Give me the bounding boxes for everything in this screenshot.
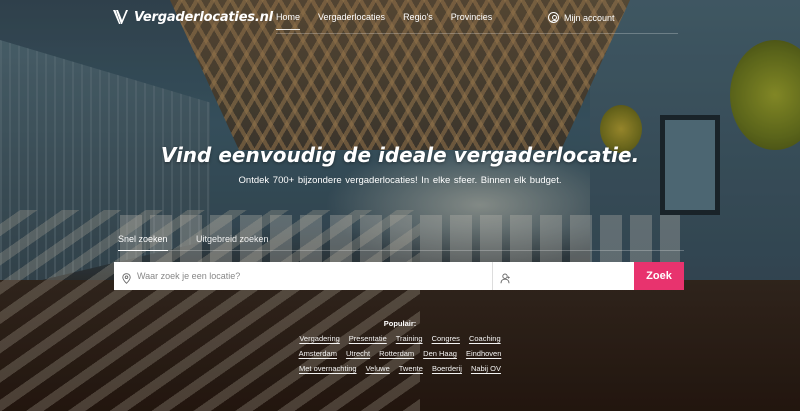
search-input[interactable]	[137, 271, 477, 281]
main-nav: Home Vergaderlocaties Regio's Provincies	[276, 12, 510, 30]
page-title: Vind eenvoudig de ideale vergaderlocatie…	[160, 143, 640, 167]
popular-row: Amsterdam Utrecht Rotterdam Den Haag Ein…	[0, 349, 800, 358]
nav-regios[interactable]: Regio's	[403, 12, 433, 30]
popular-link[interactable]: Utrecht	[346, 349, 370, 358]
popular-link[interactable]: Congres	[432, 334, 460, 343]
nav-provincies[interactable]: Provincies	[451, 12, 493, 30]
popular-link[interactable]: Nabij OV	[471, 364, 501, 373]
logo-text: Vergaderlocaties.nl	[134, 9, 273, 25]
popular-link[interactable]: Amsterdam	[299, 349, 337, 358]
popular-link[interactable]: Met overnachting	[299, 364, 357, 373]
account-link[interactable]: Mijn account	[548, 12, 615, 23]
page-subtitle: Ontdek 700+ bijzondere vergaderlocaties!…	[238, 175, 562, 186]
popular-link[interactable]: Rotterdam	[379, 349, 414, 358]
nav-home[interactable]: Home	[276, 12, 301, 30]
popular-title: Populair:	[383, 319, 417, 328]
user-icon	[548, 12, 559, 23]
popular-section: Populair: Vergadering Presentatie Traini…	[0, 319, 800, 379]
search-tabs: Snel zoeken Uitgebreid zoeken	[118, 234, 684, 251]
search-bar: Zoek	[114, 262, 684, 290]
popular-link[interactable]: Den Haag	[423, 349, 457, 358]
popular-link[interactable]: Eindhoven	[466, 349, 501, 358]
people-field[interactable]	[493, 262, 634, 290]
search-button[interactable]: Zoek	[634, 262, 684, 290]
popular-link[interactable]: Training	[396, 334, 423, 343]
site-logo[interactable]: Vergaderlocaties.nl	[112, 8, 273, 26]
header-divider	[276, 33, 678, 34]
popular-link[interactable]: Coaching	[469, 334, 501, 343]
tab-snel-zoeken[interactable]: Snel zoeken	[118, 234, 168, 251]
people-icon	[500, 271, 511, 283]
popular-link[interactable]: Presentatie	[349, 334, 387, 343]
popular-link[interactable]: Veluwe	[366, 364, 390, 373]
location-field	[114, 262, 493, 290]
tab-uitgebreid-zoeken[interactable]: Uitgebreid zoeken	[196, 234, 269, 250]
popular-link[interactable]: Boerderij	[432, 364, 462, 373]
account-label: Mijn account	[564, 12, 615, 23]
popular-row: Vergadering Presentatie Training Congres…	[0, 334, 800, 343]
nav-vergaderlocaties[interactable]: Vergaderlocaties	[318, 12, 385, 30]
map-pin-icon	[122, 271, 131, 284]
popular-row: Met overnachting Veluwe Twente Boerderij…	[0, 364, 800, 373]
site-header: Vergaderlocaties.nl Home Vergaderlocatie…	[0, 0, 800, 36]
popular-link[interactable]: Twente	[399, 364, 423, 373]
logo-v-icon	[112, 8, 130, 26]
popular-link[interactable]: Vergadering	[299, 334, 339, 343]
